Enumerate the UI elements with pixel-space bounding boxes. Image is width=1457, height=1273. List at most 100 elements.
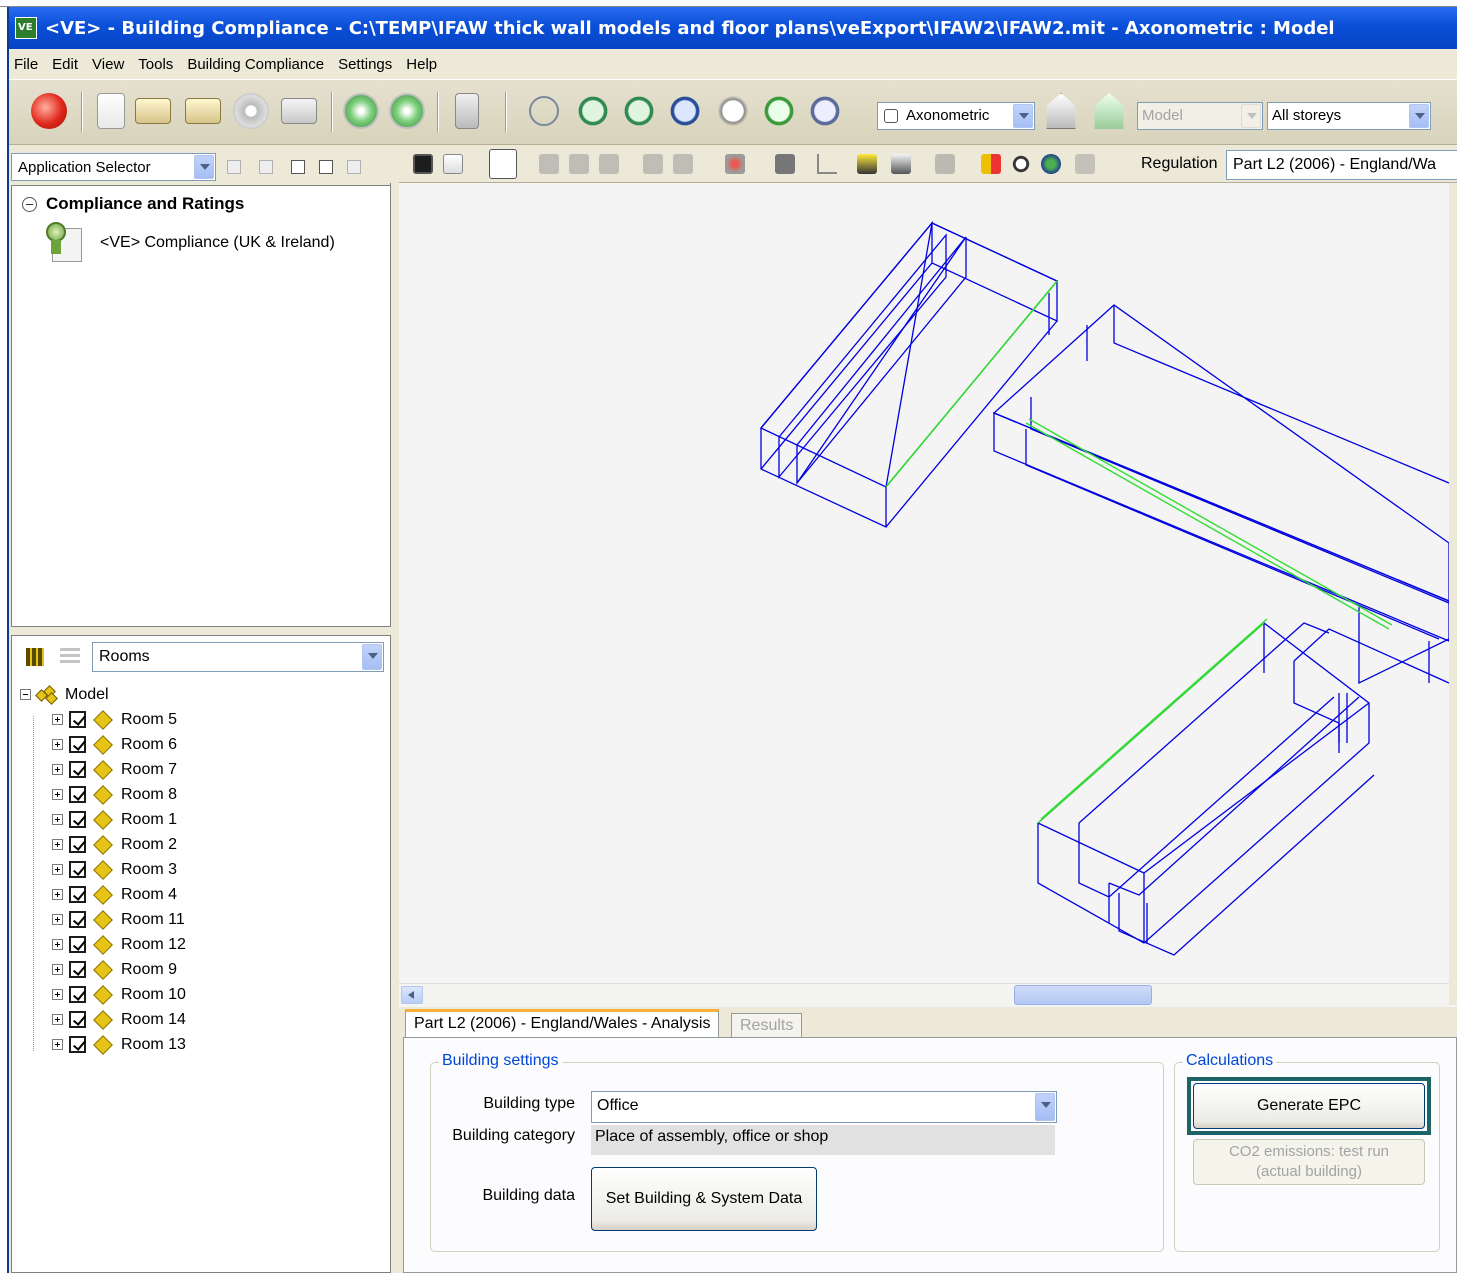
menu-building-compliance[interactable]: Building Compliance xyxy=(187,56,324,73)
tab-analysis[interactable]: Part L2 (2006) - England/Wales - Analysi… xyxy=(405,1009,720,1037)
globe-icon[interactable] xyxy=(31,93,67,129)
room-visibility-checkbox[interactable] xyxy=(69,761,86,778)
expand-icon[interactable] xyxy=(52,814,63,825)
open-folder-icon[interactable] xyxy=(135,98,171,124)
help-pointer-icon[interactable] xyxy=(1075,154,1095,174)
scroll-left-icon[interactable] xyxy=(401,986,423,1004)
print-icon[interactable] xyxy=(227,160,241,174)
expand-icon[interactable] xyxy=(52,964,63,975)
room-visibility-checkbox[interactable] xyxy=(69,786,86,803)
tree-root[interactable]: Model xyxy=(20,682,186,707)
set-building-system-data-button[interactable]: Set Building & System Data xyxy=(591,1167,817,1231)
select-pointer-icon[interactable] xyxy=(489,149,517,179)
chevron-down-icon[interactable] xyxy=(1241,104,1261,128)
view-type-select[interactable]: Axonometric xyxy=(877,102,1035,130)
room-visibility-checkbox[interactable] xyxy=(69,811,86,828)
pan-orbit-icon[interactable] xyxy=(529,96,559,126)
storey-down-icon[interactable] xyxy=(1094,93,1124,129)
expand-icon[interactable] xyxy=(52,989,63,1000)
axonometric-canvas[interactable] xyxy=(399,183,1450,983)
room-visibility-checkbox[interactable] xyxy=(69,736,86,753)
expand-icon[interactable] xyxy=(52,889,63,900)
surface-icon[interactable] xyxy=(857,154,877,174)
menu-view[interactable]: View xyxy=(92,56,124,73)
compass-grid-icon[interactable] xyxy=(389,93,425,129)
room-edit-icon[interactable] xyxy=(643,154,663,174)
storey-select[interactable]: All storeys xyxy=(1267,102,1431,130)
copy-icon[interactable] xyxy=(259,160,273,174)
tree-room-row[interactable]: Room 10 xyxy=(20,982,186,1007)
zoom-extents-icon[interactable] xyxy=(807,93,843,129)
compass-icon[interactable] xyxy=(343,93,379,129)
chevron-down-icon[interactable] xyxy=(362,644,382,670)
expand-all-icon[interactable] xyxy=(291,160,305,174)
chevron-down-icon[interactable] xyxy=(194,155,214,179)
room-visibility-checkbox[interactable] xyxy=(69,861,86,878)
application-selector[interactable]: Application Selector xyxy=(11,153,216,181)
new-file-icon[interactable] xyxy=(97,93,125,129)
model-select[interactable]: Model xyxy=(1137,102,1263,130)
regulation-field[interactable]: Part L2 (2006) - England/Wa xyxy=(1226,150,1457,180)
menu-help[interactable]: Help xyxy=(406,56,437,73)
generate-epc-button[interactable]: Generate EPC xyxy=(1193,1083,1425,1129)
browser-mode-select[interactable]: Rooms xyxy=(92,642,384,672)
flags-icon[interactable] xyxy=(981,154,1001,174)
save-as-icon[interactable] xyxy=(443,154,463,174)
group-icon[interactable] xyxy=(775,154,795,174)
tree-view-icon[interactable] xyxy=(60,648,80,664)
save-icon[interactable] xyxy=(413,154,433,174)
room-visibility-checkbox[interactable] xyxy=(69,911,86,928)
expand-icon[interactable] xyxy=(52,914,63,925)
co2-test-run-button[interactable]: CO2 emissions: test run (actual building… xyxy=(1193,1139,1425,1185)
tree-room-row[interactable]: Room 3 xyxy=(20,857,186,882)
query-icon[interactable] xyxy=(935,154,955,174)
tab-results[interactable]: Results xyxy=(731,1013,803,1037)
panel-splitter[interactable] xyxy=(9,627,391,635)
building-icon[interactable] xyxy=(455,93,479,129)
room-visibility-checkbox[interactable] xyxy=(69,936,86,953)
menu-settings[interactable]: Settings xyxy=(338,56,392,73)
zoom-in-icon[interactable] xyxy=(621,93,657,129)
zoom-window-icon[interactable] xyxy=(575,93,611,129)
tree-room-row[interactable]: Room 4 xyxy=(20,882,186,907)
expand-icon[interactable] xyxy=(52,789,63,800)
horizontal-scrollbar[interactable] xyxy=(399,983,1449,1005)
split-tool-icon[interactable] xyxy=(599,154,619,174)
tree-room-row[interactable]: Room 12 xyxy=(20,932,186,957)
menu-edit[interactable]: Edit xyxy=(52,56,78,73)
tree-room-row[interactable]: Room 13 xyxy=(20,1032,186,1057)
room-visibility-checkbox[interactable] xyxy=(69,986,86,1003)
search-icon[interactable] xyxy=(1011,154,1031,174)
tree-room-row[interactable]: Room 6 xyxy=(20,732,186,757)
building-type-select[interactable]: Office xyxy=(591,1091,1057,1123)
room-visibility-checkbox[interactable] xyxy=(69,961,86,978)
tree-room-row[interactable]: Room 11 xyxy=(20,907,186,932)
zoom-out-icon[interactable] xyxy=(667,93,703,129)
expand-icon[interactable] xyxy=(52,939,63,950)
room-visibility-checkbox[interactable] xyxy=(69,836,86,853)
compliance-item[interactable]: <VE> Compliance (UK & Ireland) xyxy=(46,222,335,264)
storey-up-icon[interactable] xyxy=(1046,93,1076,129)
calendar-icon[interactable] xyxy=(347,160,361,174)
collapse-icon[interactable] xyxy=(22,196,37,212)
tree-room-row[interactable]: Room 2 xyxy=(20,832,186,857)
title-bar[interactable]: <VE> - Building Compliance - C:\TEMP\IFA… xyxy=(9,7,1457,49)
zoom-previous-icon[interactable] xyxy=(761,93,797,129)
room-visibility-checkbox[interactable] xyxy=(69,886,86,903)
grid-icon[interactable] xyxy=(26,648,44,666)
tree-room-row[interactable]: Room 9 xyxy=(20,957,186,982)
expand-icon[interactable] xyxy=(52,1039,63,1050)
pan-hand-icon[interactable] xyxy=(715,93,751,129)
collapse-icon[interactable] xyxy=(20,689,31,700)
expand-icon[interactable] xyxy=(52,864,63,875)
chevron-down-icon[interactable] xyxy=(1035,1093,1055,1121)
room-visibility-checkbox[interactable] xyxy=(69,711,86,728)
tree-room-row[interactable]: Room 7 xyxy=(20,757,186,782)
remove-icon[interactable] xyxy=(725,154,745,174)
expand-icon[interactable] xyxy=(52,764,63,775)
expand-icon[interactable] xyxy=(52,839,63,850)
globe-icon[interactable] xyxy=(1041,154,1061,174)
expand-icon[interactable] xyxy=(52,1014,63,1025)
model-folder-icon[interactable] xyxy=(281,98,317,124)
ve-app-icon[interactable] xyxy=(15,17,37,39)
